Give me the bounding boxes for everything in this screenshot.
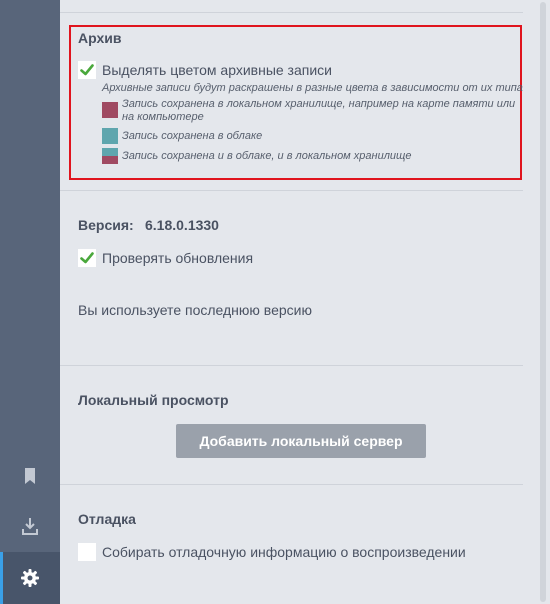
separator bbox=[60, 484, 523, 485]
collect-debug-checkbox[interactable] bbox=[78, 543, 96, 561]
downloads-button[interactable] bbox=[0, 501, 60, 551]
add-local-server-button[interactable]: Добавить локальный сервер bbox=[176, 424, 426, 458]
debug-title: Отладка bbox=[78, 511, 136, 527]
separator bbox=[60, 190, 523, 191]
collect-debug-label[interactable]: Собирать отладочную информацию о воспрои… bbox=[102, 544, 466, 560]
legend-both-text: Запись сохранена и в облаке, и в локальн… bbox=[122, 150, 412, 162]
version-status: Вы используете последнюю версию bbox=[78, 302, 312, 318]
version-value: 6.18.0.1330 bbox=[145, 217, 219, 233]
local-view-title: Локальный просмотр bbox=[78, 392, 229, 408]
archive-title: Архив bbox=[78, 30, 122, 46]
separator bbox=[60, 365, 523, 366]
gear-icon bbox=[21, 569, 39, 587]
scrollbar-thumb[interactable] bbox=[540, 2, 546, 602]
legend-cloud-text: Запись сохранена в облаке bbox=[122, 130, 263, 142]
version-label: Версия: bbox=[78, 217, 134, 233]
cloud-storage-swatch bbox=[102, 128, 118, 144]
bookmark-icon bbox=[25, 468, 35, 484]
legend-local-text: Запись сохранена в локальном хранилище, … bbox=[122, 98, 516, 123]
local-storage-swatch bbox=[102, 102, 118, 118]
settings-button[interactable] bbox=[0, 552, 60, 604]
highlight-archive-checkbox[interactable] bbox=[78, 61, 96, 79]
check-updates-checkbox[interactable] bbox=[78, 249, 96, 267]
check-updates-label[interactable]: Проверять обновления bbox=[102, 250, 253, 266]
sidebar bbox=[0, 0, 60, 604]
checkmark-icon bbox=[80, 252, 94, 264]
download-icon bbox=[22, 518, 38, 535]
separator bbox=[60, 12, 523, 13]
archive-description: Архивные записи будут раскрашены в разны… bbox=[102, 82, 523, 94]
highlight-archive-label[interactable]: Выделять цветом архивные записи bbox=[102, 62, 332, 78]
cloud-and-local-swatch bbox=[102, 148, 118, 164]
checkmark-icon bbox=[80, 64, 94, 76]
bookmarks-button[interactable] bbox=[0, 451, 60, 501]
